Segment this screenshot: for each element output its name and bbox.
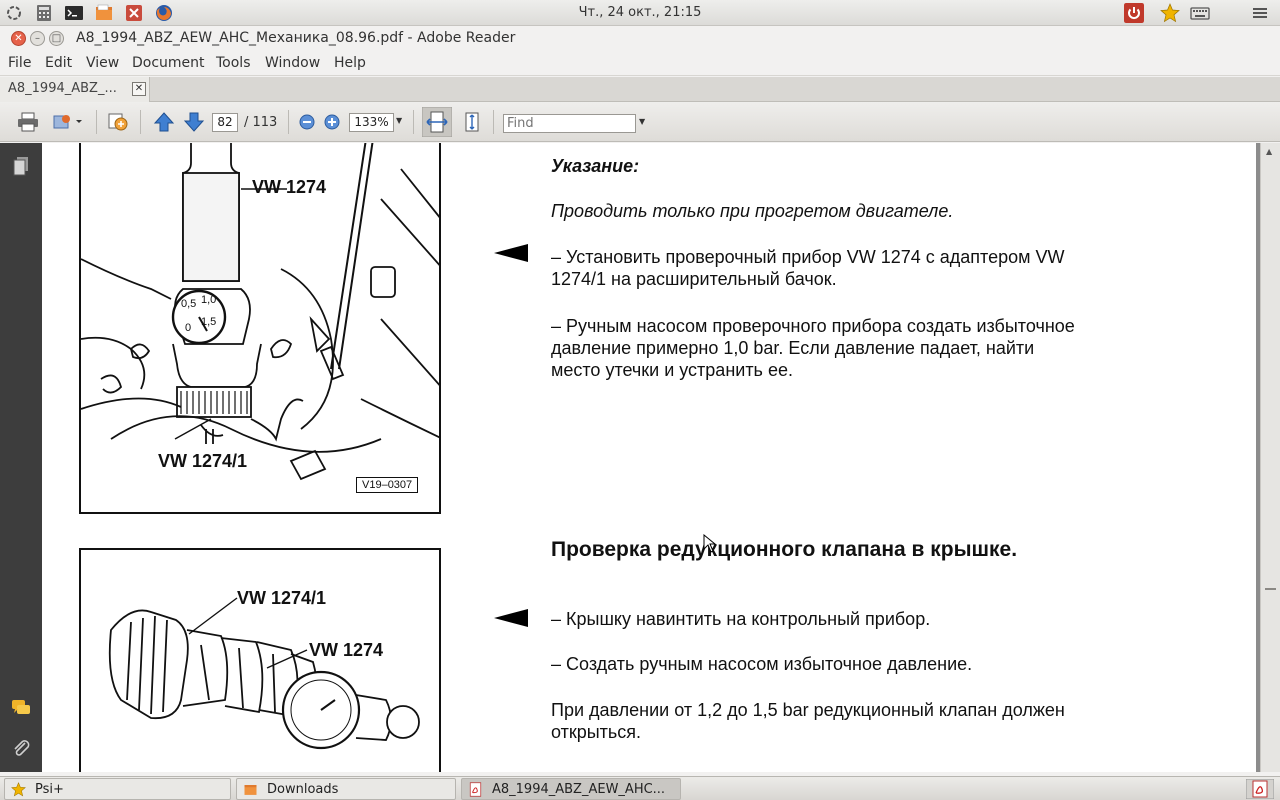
note-text: Проводить только при прогретом двигателе… bbox=[551, 201, 954, 221]
gauge-mark: 1,0 bbox=[201, 294, 216, 306]
page-number-input[interactable]: 82 bbox=[212, 113, 238, 132]
pdf-page: 0,5 1,0 1,5 0 VW 1274 VW 1274/1 V19–0307 bbox=[42, 143, 1256, 772]
maximize-window-button[interactable]: □ bbox=[49, 31, 64, 46]
taskbar-item-label: Downloads bbox=[267, 782, 339, 797]
label-vw1274-1: VW 1274/1 bbox=[237, 588, 327, 608]
cap-tester-illustration bbox=[108, 597, 420, 750]
navigation-panel bbox=[0, 143, 42, 772]
print-icon[interactable] bbox=[16, 111, 40, 133]
folder-icon bbox=[244, 785, 257, 795]
tab-bar: A8_1994_ABZ_... ✕ bbox=[0, 77, 1280, 102]
step-pump-pressure: давление примерно 1,0 bar. Если давление… bbox=[551, 338, 1035, 358]
keyboard-icon[interactable] bbox=[1190, 3, 1210, 23]
minimize-window-button[interactable]: – bbox=[30, 31, 45, 46]
find-input[interactable] bbox=[503, 114, 636, 133]
screen: Чт., 24 окт., 21:15 ✕ – □ A8_1994_ABZ_AE… bbox=[0, 0, 1280, 800]
toolbar-separator bbox=[413, 110, 414, 134]
pressure-tester-illustration: 0,5 1,0 1,5 0 bbox=[81, 143, 439, 481]
menu-tools[interactable]: Tools bbox=[216, 55, 251, 71]
result-text: При давлении от 1,2 до 1,5 bar редукцион… bbox=[551, 700, 1065, 720]
document-view[interactable]: 0,5 1,0 1,5 0 VW 1274 VW 1274/1 V19–0307 bbox=[42, 143, 1260, 772]
taskbar-item-downloads[interactable]: Downloads bbox=[236, 778, 456, 800]
figure-pressure-tester: 0,5 1,0 1,5 0 VW 1274 VW 1274/1 V19–0307 bbox=[79, 143, 441, 514]
menu-window[interactable]: Window bbox=[265, 55, 320, 71]
star-icon[interactable] bbox=[1160, 3, 1180, 23]
toolbar-separator bbox=[493, 110, 494, 134]
step-pump-pressure: место утечки и устранить ее. bbox=[551, 360, 793, 380]
zoom-dropdown-icon[interactable]: ▼ bbox=[396, 116, 402, 125]
figure-code: V19–0307 bbox=[356, 477, 419, 493]
pdf-icon bbox=[469, 782, 482, 797]
close-tab-icon[interactable]: ✕ bbox=[132, 82, 146, 96]
fit-page-icon[interactable] bbox=[460, 111, 484, 133]
mouse-cursor-icon bbox=[703, 534, 717, 553]
fit-width-icon[interactable] bbox=[422, 107, 452, 137]
gauge-mark: 0 bbox=[185, 322, 191, 334]
menu-icon[interactable] bbox=[1250, 3, 1270, 23]
note-heading: Указание: bbox=[551, 156, 640, 176]
menubar: File Edit View Document Tools Window Hel… bbox=[0, 52, 1280, 76]
menu-file[interactable]: File bbox=[8, 55, 31, 71]
document-tab-label: A8_1994_ABZ_... bbox=[8, 81, 117, 96]
gauge-mark: 1,5 bbox=[201, 316, 216, 328]
menu-document[interactable]: Document bbox=[132, 55, 205, 71]
attachments-panel-icon[interactable] bbox=[10, 737, 32, 759]
vertical-scrollbar[interactable]: ▲ bbox=[1260, 143, 1280, 772]
star-icon bbox=[11, 782, 26, 797]
toolbar-separator bbox=[288, 110, 289, 134]
step-pump-pressure: – Ручным насосом проверочного прибора со… bbox=[551, 316, 1075, 336]
section-heading: Проверка редукционного клапана в крышке. bbox=[551, 538, 1018, 561]
scroll-up-icon[interactable]: ▲ bbox=[1266, 147, 1272, 156]
taskbar-item-adobe-reader[interactable]: A8_1994_ABZ_AEW_AHC... bbox=[461, 778, 681, 800]
comments-panel-icon[interactable] bbox=[10, 696, 32, 718]
step-install-tester: – Установить проверочный прибор VW 1274 … bbox=[551, 247, 1065, 267]
toolbar-separator bbox=[140, 110, 141, 134]
figure-cap-tester: VW 1274/1 VW 1274 bbox=[79, 548, 441, 772]
page-total: / 113 bbox=[244, 115, 278, 130]
pointer-arrow bbox=[494, 609, 528, 627]
menu-help[interactable]: Help bbox=[334, 55, 366, 71]
toolbar: 82 / 113 133% ▼ ▼ bbox=[0, 102, 1280, 142]
power-icon[interactable] bbox=[1124, 3, 1144, 23]
menu-edit[interactable]: Edit bbox=[45, 55, 72, 71]
next-page-icon[interactable] bbox=[182, 111, 206, 133]
gauge-mark: 0,5 bbox=[181, 298, 196, 310]
zoom-out-icon[interactable] bbox=[297, 111, 317, 133]
menu-view[interactable]: View bbox=[86, 55, 119, 71]
find-dropdown-icon[interactable]: ▼ bbox=[639, 117, 645, 126]
scroll-thumb[interactable] bbox=[1265, 588, 1276, 590]
label-vw1274: VW 1274 bbox=[252, 177, 327, 197]
step-install-tester: 1274/1 на расширительный бачок. bbox=[551, 269, 837, 289]
document-tab[interactable]: A8_1994_ABZ_... ✕ bbox=[0, 77, 150, 102]
collaborate-icon[interactable] bbox=[106, 111, 130, 133]
taskbar: Psi+ Downloads A8_1994_ABZ_AEW_AHC... bbox=[0, 776, 1280, 800]
pages-panel-icon[interactable] bbox=[10, 155, 32, 177]
label-vw1274-1: VW 1274/1 bbox=[158, 451, 248, 471]
pdf-icon[interactable] bbox=[1246, 779, 1274, 799]
share-icon[interactable] bbox=[52, 111, 84, 133]
taskbar-item-label: A8_1994_ABZ_AEW_AHC... bbox=[492, 782, 666, 797]
step-screw-cap: – Крышку навинтить на контрольный прибор… bbox=[551, 609, 931, 629]
toolbar-separator bbox=[96, 110, 97, 134]
step-create-pressure: – Создать ручным насосом избыточное давл… bbox=[551, 654, 973, 674]
zoom-level-input[interactable]: 133% bbox=[349, 113, 394, 132]
clock[interactable]: Чт., 24 окт., 21:15 bbox=[0, 5, 1280, 20]
taskbar-item-psi[interactable]: Psi+ bbox=[4, 778, 231, 800]
result-text: открыться. bbox=[551, 722, 642, 742]
previous-page-icon[interactable] bbox=[152, 111, 176, 133]
close-window-button[interactable]: ✕ bbox=[11, 31, 26, 46]
pointer-arrow bbox=[494, 244, 528, 262]
label-vw1274: VW 1274 bbox=[309, 640, 384, 660]
title-bar: ✕ – □ A8_1994_ABZ_AEW_AHC_Механика_08.96… bbox=[0, 26, 1280, 52]
window-title: A8_1994_ABZ_AEW_AHC_Механика_08.96.pdf -… bbox=[76, 30, 516, 46]
top-panel: Чт., 24 окт., 21:15 bbox=[0, 0, 1280, 26]
zoom-in-icon[interactable] bbox=[322, 111, 342, 133]
taskbar-item-label: Psi+ bbox=[35, 782, 64, 797]
